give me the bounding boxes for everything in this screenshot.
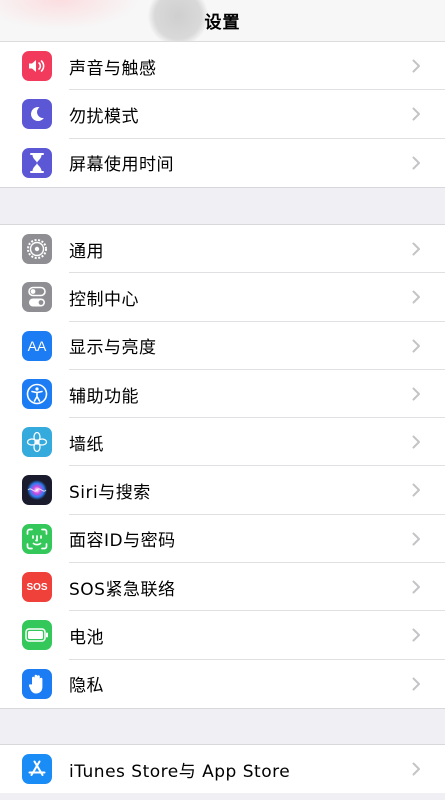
settings-row-control[interactable]: 控制中心 xyxy=(0,273,445,322)
chevron-right-icon xyxy=(412,532,420,546)
settings-row-label: 控制中心 xyxy=(69,289,139,310)
settings-row-label: 勿扰模式 xyxy=(69,106,139,127)
chevron-right-icon xyxy=(412,677,420,691)
flower-icon xyxy=(22,427,52,458)
settings-row-dnd[interactable]: 勿扰模式 xyxy=(0,90,445,139)
accessibility-icon xyxy=(22,378,52,409)
speaker-icon xyxy=(22,51,52,81)
settings-row-sos[interactable]: SOS SOS紧急联络 xyxy=(0,563,445,612)
settings-row-label: 通用 xyxy=(69,241,104,262)
text-size-icon: AA xyxy=(22,330,52,361)
chevron-right-icon xyxy=(412,387,420,401)
sos-icon: SOS xyxy=(22,572,52,603)
settings-row-screentime[interactable]: 屏幕使用时间 xyxy=(0,139,445,187)
settings-row-display[interactable]: AA 显示与亮度 xyxy=(0,322,445,370)
chevron-right-icon xyxy=(412,762,420,776)
gear-icon xyxy=(22,234,52,264)
hourglass-icon xyxy=(22,147,52,178)
settings-row-sounds[interactable]: 声音与触感 xyxy=(0,42,445,91)
settings-row-label: iTunes Store与 App Store xyxy=(69,761,291,782)
settings-row-label: 面容ID与密码 xyxy=(69,531,176,552)
chevron-right-icon xyxy=(412,628,420,642)
settings-row-label: 辅助功能 xyxy=(69,386,139,407)
settings-row-label: 屏幕使用时间 xyxy=(69,155,174,176)
page-title: 设置 xyxy=(204,13,241,33)
settings-row-label: 声音与触感 xyxy=(69,58,157,79)
settings-row-battery[interactable]: 电池 xyxy=(0,611,445,660)
nav-background-blur xyxy=(0,0,140,30)
siri-icon xyxy=(22,475,52,506)
chevron-right-icon xyxy=(412,242,420,256)
chevron-right-icon xyxy=(412,339,420,353)
settings-row-label: Siri与搜索 xyxy=(69,483,151,504)
settings-row-accessibility[interactable]: 辅助功能 xyxy=(0,370,445,419)
chevron-right-icon xyxy=(412,107,420,121)
settings-row-privacy[interactable]: 隐私 xyxy=(0,660,445,708)
settings-row-label: 电池 xyxy=(69,628,104,649)
hand-icon xyxy=(22,668,52,699)
settings-row-wallpaper[interactable]: 墙纸 xyxy=(0,418,445,467)
moon-icon xyxy=(22,99,52,130)
chevron-right-icon xyxy=(412,483,420,497)
settings-row-label: 隐私 xyxy=(69,676,104,697)
chevron-right-icon xyxy=(412,435,420,449)
settings-row-faceid[interactable]: 面容ID与密码 xyxy=(0,515,445,564)
settings-group-2: 通用 控制中心 AA 显示与亮度 辅助功能 墙纸 Siri与搜索 面容ID与密码… xyxy=(0,224,445,709)
chevron-right-icon xyxy=(412,580,420,594)
text-size-glyph: AA xyxy=(27,337,47,354)
nav-background-blur xyxy=(148,0,208,41)
chevron-right-icon xyxy=(412,156,420,170)
settings-row-label: 墙纸 xyxy=(69,434,104,455)
app-store-icon xyxy=(22,754,52,784)
chevron-right-icon xyxy=(412,290,420,304)
toggles-icon xyxy=(22,282,52,313)
navigation-bar: 设置 xyxy=(0,0,445,42)
face-id-icon xyxy=(22,523,52,554)
settings-row-general[interactable]: 通用 xyxy=(0,225,445,274)
settings-row-label: SOS紧急联络 xyxy=(69,579,176,600)
settings-group-1: 声音与触感 勿扰模式 屏幕使用时间 xyxy=(0,42,445,188)
settings-row-appstore[interactable]: iTunes Store与 App Store xyxy=(0,745,445,793)
chevron-right-icon xyxy=(412,59,420,73)
battery-icon xyxy=(22,620,52,651)
sos-glyph: SOS xyxy=(26,581,48,593)
settings-group-3: iTunes Store与 App Store xyxy=(0,744,445,794)
settings-row-label: 显示与亮度 xyxy=(69,338,157,359)
settings-row-siri[interactable]: Siri与搜索 xyxy=(0,466,445,515)
